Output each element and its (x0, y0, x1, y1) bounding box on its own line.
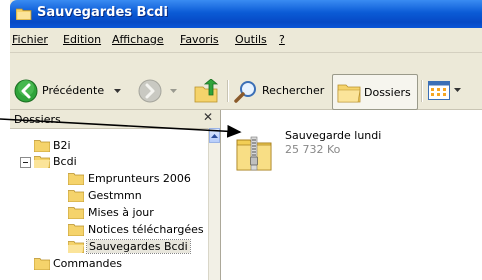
chevron-down-icon[interactable] (114, 89, 121, 94)
back-arrow-icon (14, 79, 38, 103)
tree-item-label: B2i (53, 139, 71, 152)
folders-pane-title: Dossiers (14, 113, 61, 126)
search-icon (234, 81, 256, 103)
tree-item-mises-a-jour[interactable]: Mises à jour (10, 205, 206, 221)
views-icon (428, 81, 450, 100)
zip-folder-icon (236, 136, 272, 171)
folders-button-label: Dossiers (364, 86, 411, 99)
folder-icon (68, 190, 84, 202)
scroll-up-button[interactable] (209, 128, 220, 143)
folder-icon (34, 258, 50, 270)
folders-pane: Dossiers ✕ B2i Bcdi Emprunteurs 2006 Ges… (10, 110, 221, 280)
menu-affichage[interactable]: Affichage (112, 33, 164, 46)
tree-item-sauvegardes-bcdi[interactable]: Sauvegardes Bcdi (10, 239, 206, 255)
tree-scrollbar[interactable] (208, 128, 220, 280)
tree-item-emprunteurs-2006[interactable]: Emprunteurs 2006 (10, 171, 206, 187)
menu-edition[interactable]: Edition (63, 33, 101, 46)
tree-item-commandes[interactable]: Commandes (10, 256, 206, 272)
tree-item-label: Mises à jour (88, 206, 154, 219)
file-size: 25 732 Ko (285, 143, 341, 156)
search-button-label: Rechercher (262, 84, 325, 97)
folders-button[interactable]: Dossiers (332, 74, 418, 110)
folder-icon (68, 224, 84, 236)
forward-arrow-icon (138, 79, 162, 103)
back-button[interactable]: Précédente (14, 77, 129, 105)
tree-item-notices-telechargees[interactable]: Notices téléchargées (10, 222, 206, 238)
forward-button[interactable] (138, 77, 186, 105)
folders-icon (337, 84, 361, 103)
search-button[interactable]: Rechercher (232, 77, 328, 105)
folders-pane-header: Dossiers ✕ (10, 110, 220, 129)
tree-item-bcdi[interactable]: Bcdi (10, 154, 206, 170)
folder-icon (68, 173, 84, 185)
menu-fichier[interactable]: Fichier (12, 33, 48, 46)
tree-item-label: Commandes (53, 257, 123, 270)
folder-open-icon (34, 156, 50, 168)
collapse-icon[interactable] (20, 157, 31, 168)
folder-icon (34, 140, 50, 152)
title-bar[interactable]: Sauvegardes Bcdi (10, 0, 482, 28)
folder-open-icon (68, 241, 84, 253)
toolbar-separator (227, 80, 229, 102)
tree-item-gestmmn[interactable]: Gestmmn (10, 188, 206, 204)
menu-outils[interactable]: Outils (235, 33, 267, 46)
up-folder-icon[interactable] (194, 79, 220, 103)
views-button[interactable] (428, 79, 464, 103)
tree-item-label: Gestmmn (88, 189, 142, 202)
file-list: Sauvegarde lundi 25 732 Ko (221, 110, 482, 280)
menu-bar: Fichier Edition Affichage Favoris Outils… (10, 28, 482, 53)
folder-icon (16, 8, 32, 20)
folder-icon (68, 207, 84, 219)
tree-item-label: Bcdi (53, 155, 77, 168)
tree-item-b2i[interactable]: B2i (10, 138, 206, 154)
chevron-down-icon[interactable] (170, 89, 177, 94)
close-icon[interactable]: ✕ (203, 110, 213, 124)
file-item[interactable]: Sauvegarde lundi 25 732 Ko (221, 110, 421, 180)
toolbar-separator (421, 80, 423, 102)
explorer-window: Sauvegardes Bcdi Fichier Edition Afficha… (10, 0, 482, 280)
tree-item-label: Notices téléchargées (88, 223, 204, 236)
menu-help[interactable]: ? (279, 33, 285, 46)
tree-item-label: Sauvegardes Bcdi (86, 239, 191, 254)
tree-item-label: Emprunteurs 2006 (88, 172, 191, 185)
window-title: Sauvegardes Bcdi (37, 5, 168, 20)
back-button-label: Précédente (42, 84, 105, 97)
file-name: Sauvegarde lundi (285, 129, 382, 142)
chevron-up-icon (211, 134, 218, 138)
menu-favoris[interactable]: Favoris (180, 33, 219, 46)
chevron-down-icon[interactable] (454, 88, 461, 93)
